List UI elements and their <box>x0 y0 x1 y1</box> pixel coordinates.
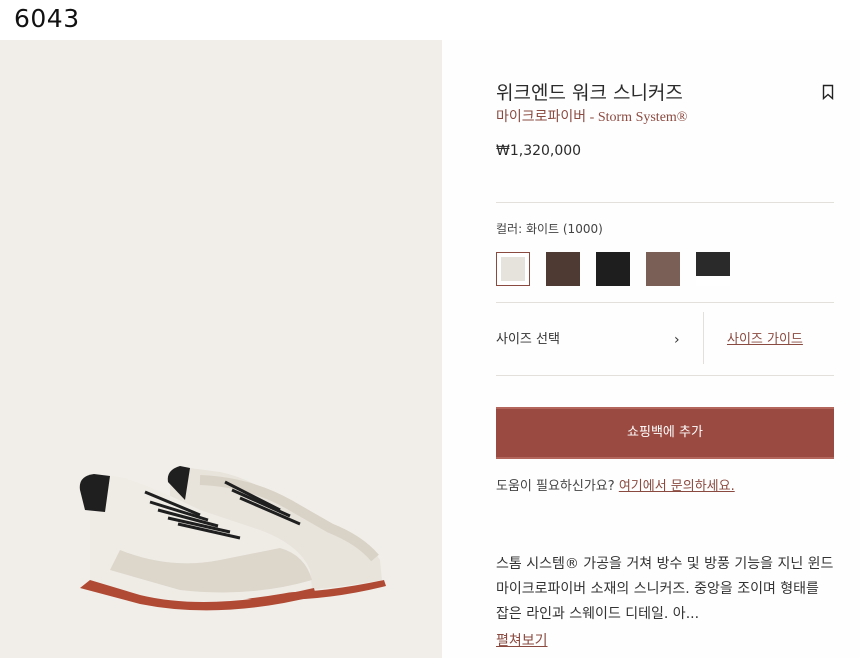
swatch-black-white[interactable] <box>696 252 730 286</box>
product-title: 위크엔드 워크 스니커즈 <box>496 82 683 104</box>
swatch-taupe[interactable] <box>646 252 680 286</box>
product-image-panel <box>0 40 442 658</box>
size-select-label: 사이즈 선택 <box>496 332 560 347</box>
bookmark-icon[interactable] <box>822 84 834 100</box>
add-to-bag-label: 쇼핑백에 추가 <box>627 425 703 440</box>
add-to-bag-button[interactable]: 쇼핑백에 추가 <box>496 407 834 459</box>
swatch-white[interactable] <box>496 252 530 286</box>
subtitle-separator: - <box>586 110 598 125</box>
product-material: 마이크로파이버 <box>496 109 587 125</box>
swatch-black[interactable] <box>596 252 630 286</box>
color-swatches <box>496 252 730 286</box>
product-subtitle: 마이크로파이버 - Storm System® <box>496 106 687 126</box>
product-info-panel: 위크엔드 워크 스니커즈 마이크로파이버 - Storm System® ₩1,… <box>442 40 860 658</box>
vertical-divider <box>703 312 704 364</box>
read-more-link[interactable]: 펼쳐보기 <box>496 630 548 650</box>
product-image <box>79 466 386 611</box>
product-description: 스톰 시스템® 가공을 거쳐 방수 및 방풍 기능을 지닌 윈드 마이크로파이버… <box>496 556 834 622</box>
contact-link[interactable]: 여기에서 문의하세요. <box>619 479 735 494</box>
help-question: 도움이 필요하신가요? <box>496 479 619 494</box>
chevron-right-icon: › <box>674 332 680 348</box>
divider <box>496 375 834 376</box>
image-id-label: 6043 <box>14 4 80 33</box>
color-label: 컬러: 화이트 (1000) <box>496 222 603 236</box>
divider <box>496 202 834 203</box>
swatch-brown[interactable] <box>546 252 580 286</box>
product-technology: Storm System® <box>597 110 688 125</box>
product-price: ₩1,320,000 <box>496 143 582 159</box>
size-guide-link[interactable]: 사이즈 가이드 <box>727 328 803 347</box>
size-select-button[interactable]: 사이즈 선택 › <box>496 302 702 374</box>
help-text: 도움이 필요하신가요? 여기에서 문의하세요. <box>496 475 735 494</box>
